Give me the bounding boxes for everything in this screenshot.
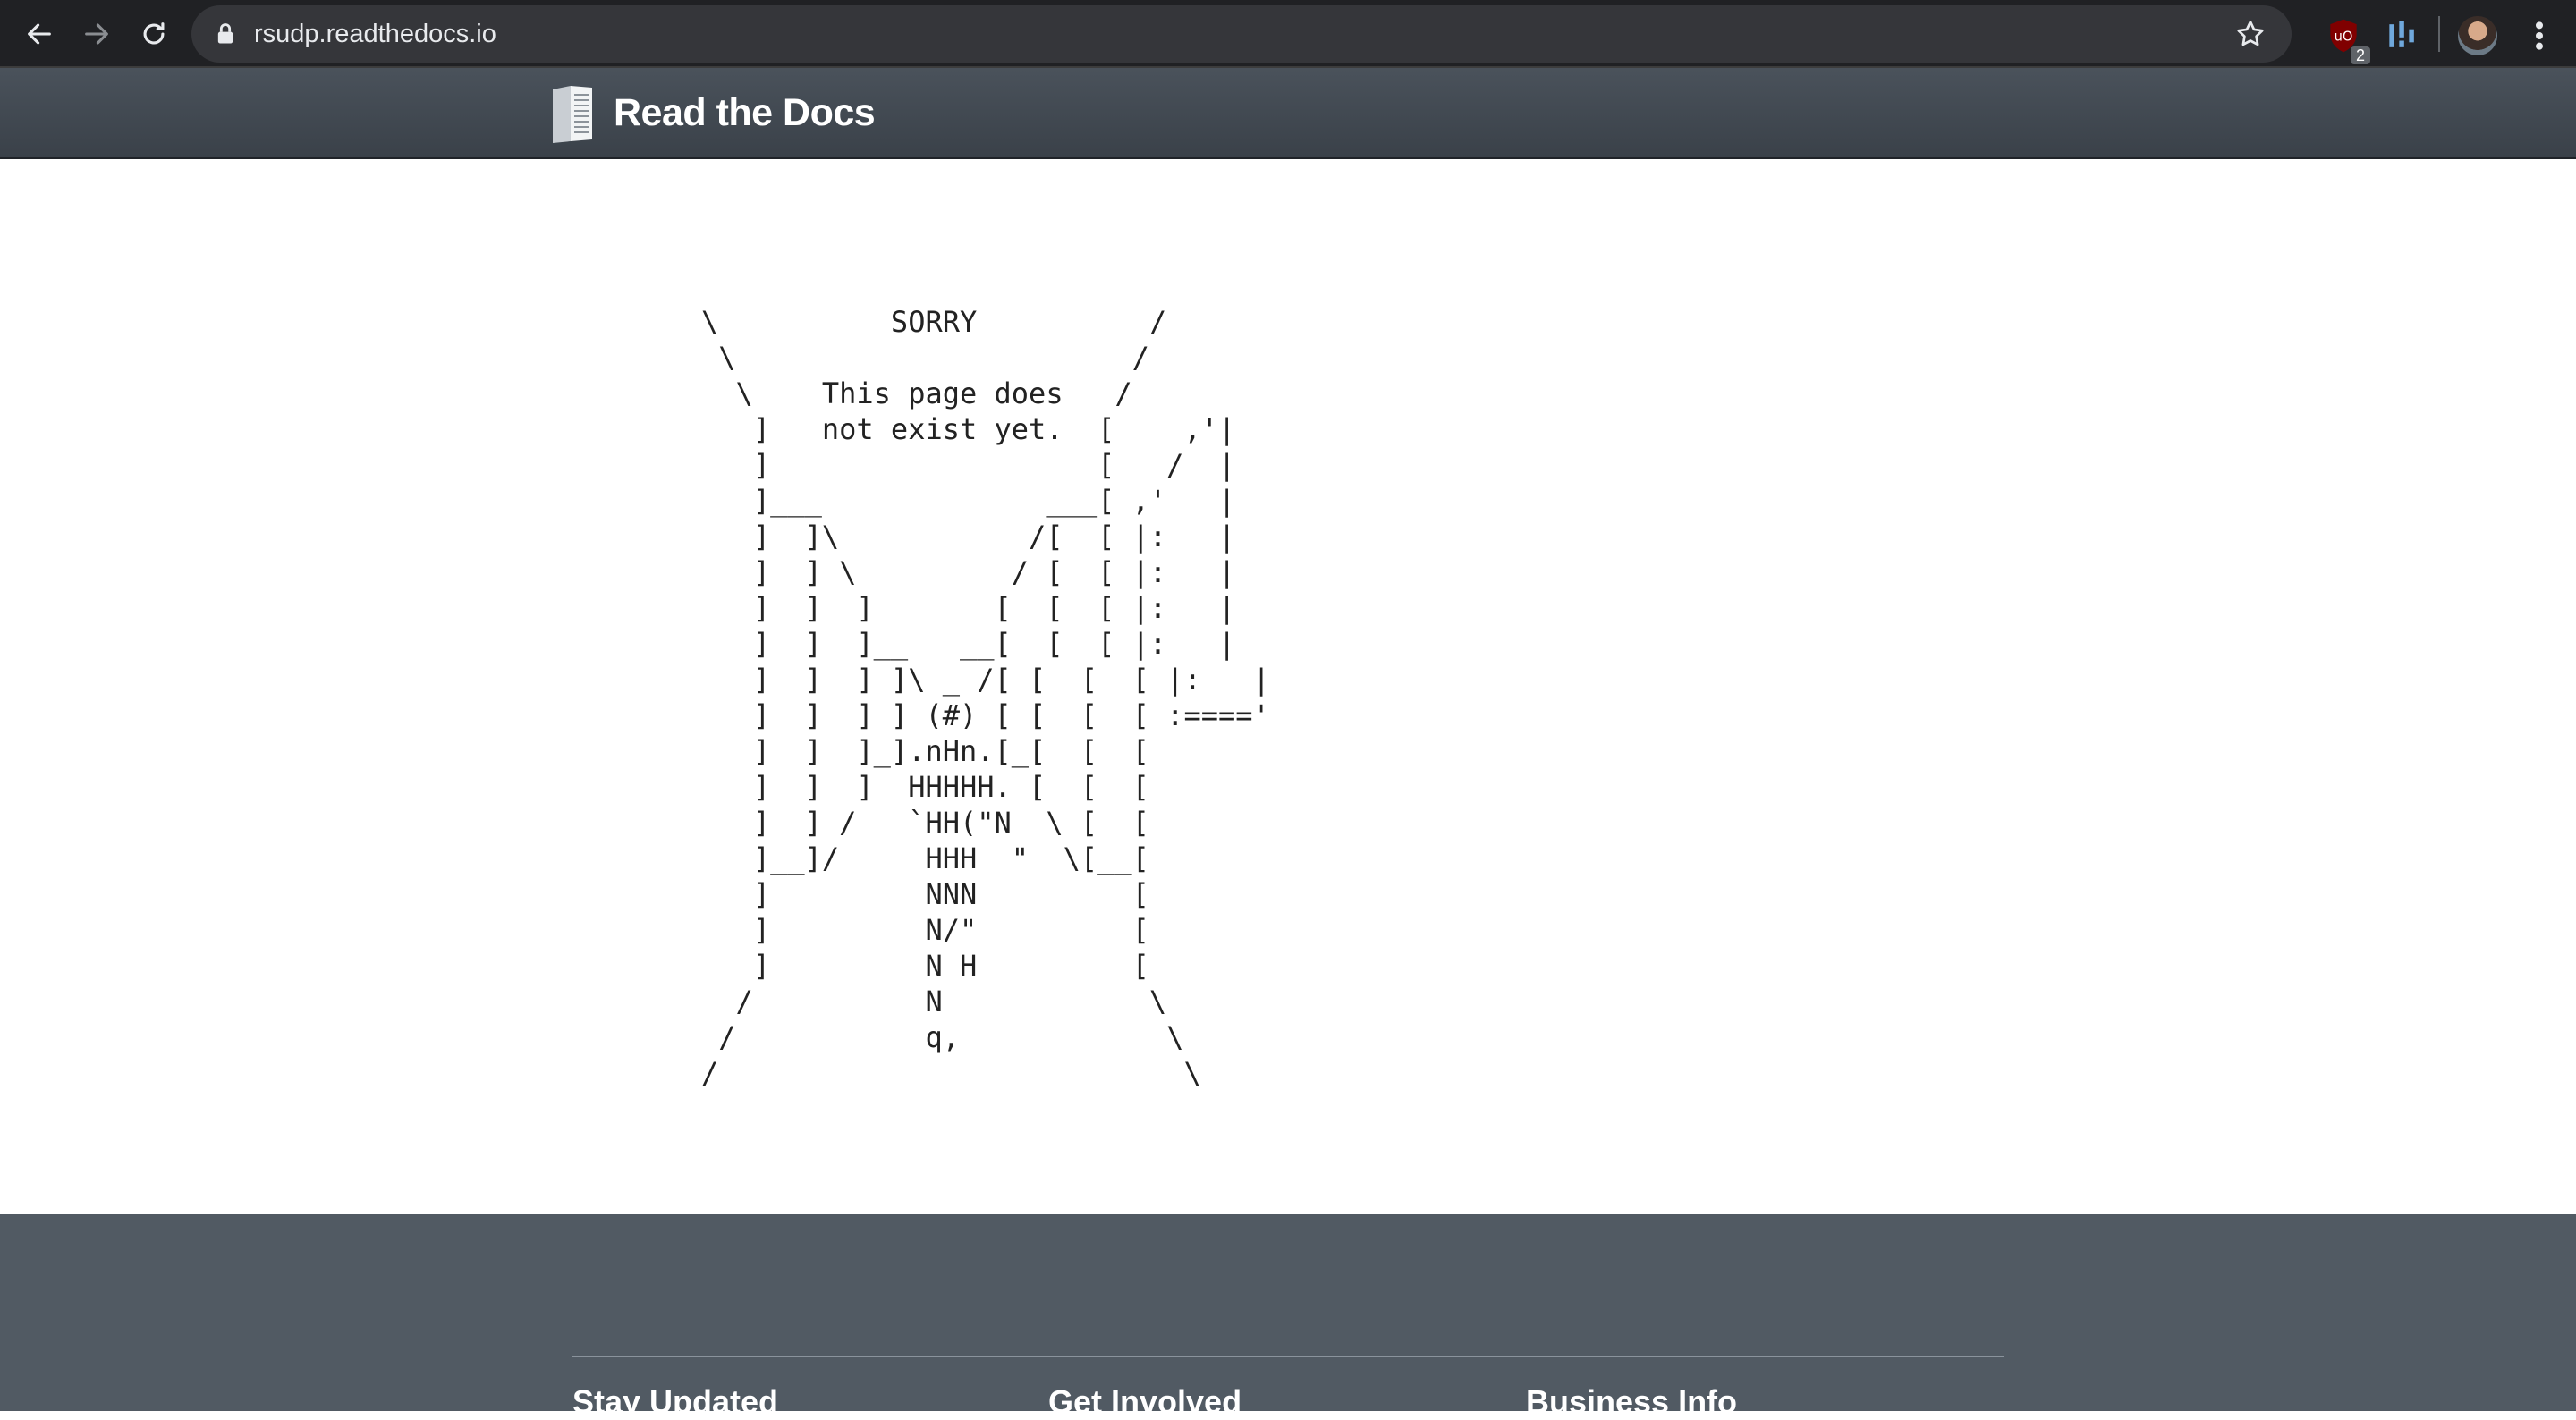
profile-avatar[interactable]	[2458, 16, 2497, 55]
footer-heading-stay-updated: Stay Updated	[572, 1383, 779, 1420]
footer-heading-get-involved: Get Involved	[1048, 1383, 1242, 1420]
site-brand-link[interactable]: Read the Docs	[614, 89, 876, 136]
address-bar[interactable]: rsudp.readthedocs.io	[191, 5, 2292, 63]
ublock-origin-extension[interactable]: uO 2	[2324, 16, 2370, 64]
url-text: rsudp.readthedocs.io	[254, 20, 496, 48]
site-footer: Stay Updated Get Involved Business Info	[0, 1214, 2576, 1420]
pinpoint-extension-icon	[2389, 21, 2414, 47]
back-button[interactable]	[18, 13, 61, 55]
svg-text:uO: uO	[2334, 30, 2353, 45]
arrow-left-icon	[28, 23, 51, 45]
reload-button[interactable]	[132, 13, 175, 55]
bookmark-star-icon[interactable]	[2234, 18, 2267, 50]
browser-toolbar: rsudp.readthedocs.io uO 2	[0, 0, 2576, 68]
site-header: Read the Docs	[0, 68, 2576, 159]
reload-icon	[143, 22, 165, 45]
pinpoint-extension[interactable]	[2383, 16, 2422, 55]
footer-divider	[572, 1356, 2004, 1357]
arrow-right-icon	[85, 23, 108, 45]
footer-heading-business-info: Business Info	[1526, 1383, 1738, 1420]
not-found-ascii-art: \ SORRY / \ / \ This page does / ] not e…	[701, 305, 1270, 1090]
more-menu-icon[interactable]	[2526, 18, 2553, 54]
forward-button[interactable]	[75, 13, 118, 55]
book-logo-icon[interactable]	[549, 82, 596, 145]
toolbar-separator	[2438, 16, 2440, 52]
lock-icon	[217, 23, 233, 44]
extension-badge: 2	[2350, 46, 2370, 64]
